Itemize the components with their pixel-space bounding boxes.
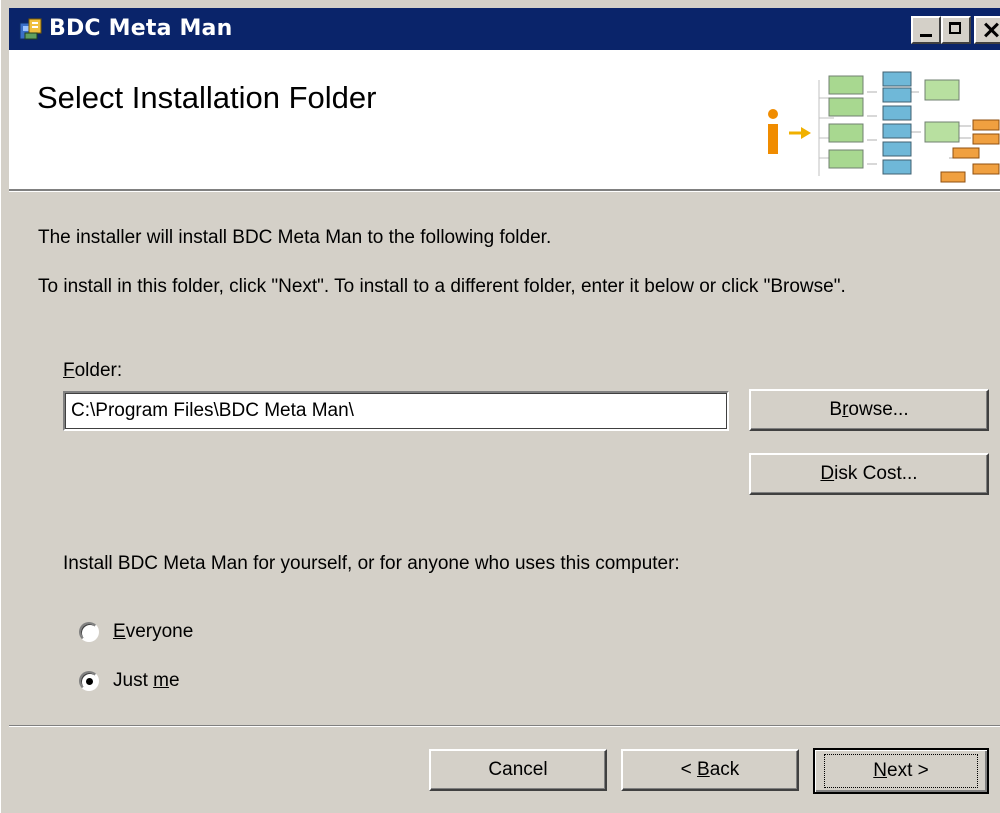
install-scope-label: Install BDC Meta Man for yourself, or fo…	[63, 553, 680, 574]
radio-just-me-label-b: e	[168, 670, 180, 691]
folder-label: Folder:	[63, 360, 122, 382]
next-label: ext >	[887, 760, 929, 781]
folder-label-rest: older:	[74, 360, 123, 381]
radio-everyone[interactable]: Everyone	[79, 621, 193, 643]
radio-just-me-label-a: Just	[113, 670, 154, 691]
window-title: BDC Meta Man	[49, 16, 233, 41]
disk-cost-button[interactable]: Disk Cost...	[749, 453, 989, 495]
page-title: Select Installation Folder	[37, 80, 377, 115]
radio-just-me-mnemonic: m	[153, 670, 169, 691]
disk-cost-label: isk Cost...	[834, 463, 918, 484]
next-focus-rect: Next >	[824, 754, 978, 788]
cancel-button[interactable]: Cancel	[429, 749, 607, 791]
back-button[interactable]: < Back	[621, 749, 799, 791]
radio-everyone-circle[interactable]	[79, 622, 99, 642]
folder-label-mnemonic: F	[63, 360, 75, 381]
next-button[interactable]: Next >	[813, 748, 989, 794]
radio-everyone-mnemonic: E	[113, 621, 126, 642]
install-destination-text: The installer will install BDC Meta Man …	[38, 227, 552, 248]
radio-just-me[interactable]: Just me	[79, 670, 180, 692]
folder-path-input[interactable]: C:\Program Files\BDC Meta Man\	[63, 391, 729, 431]
close-icon[interactable]	[974, 16, 1000, 44]
back-label-a: <	[680, 759, 698, 780]
minimize-icon[interactable]	[911, 16, 941, 44]
footer-divider	[9, 725, 1000, 727]
browse-label-a: B	[829, 399, 843, 420]
setup-banner-graphic	[768, 71, 1000, 183]
radio-just-me-circle[interactable]	[79, 671, 99, 691]
header-divider	[9, 189, 1000, 192]
maximize-icon[interactable]	[941, 16, 971, 44]
browse-button[interactable]: Br owse...	[749, 389, 989, 431]
title-bar[interactable]: BDC Meta Man	[9, 8, 1000, 50]
radio-everyone-label: veryone	[125, 621, 194, 642]
browse-label-b: owse...	[848, 399, 909, 420]
back-mnemonic: B	[697, 759, 710, 780]
back-label-b: ack	[709, 759, 740, 780]
header-banner: Select Installation Folder	[9, 50, 1000, 190]
next-mnemonic: N	[873, 760, 887, 781]
installer-window: BDC Meta Man Select Installation Folder	[0, 0, 1000, 813]
installer-app-icon	[19, 18, 42, 40]
install-instructions-text: To install in this folder, click "Next".…	[38, 276, 846, 297]
disk-cost-mnemonic: D	[820, 463, 835, 484]
